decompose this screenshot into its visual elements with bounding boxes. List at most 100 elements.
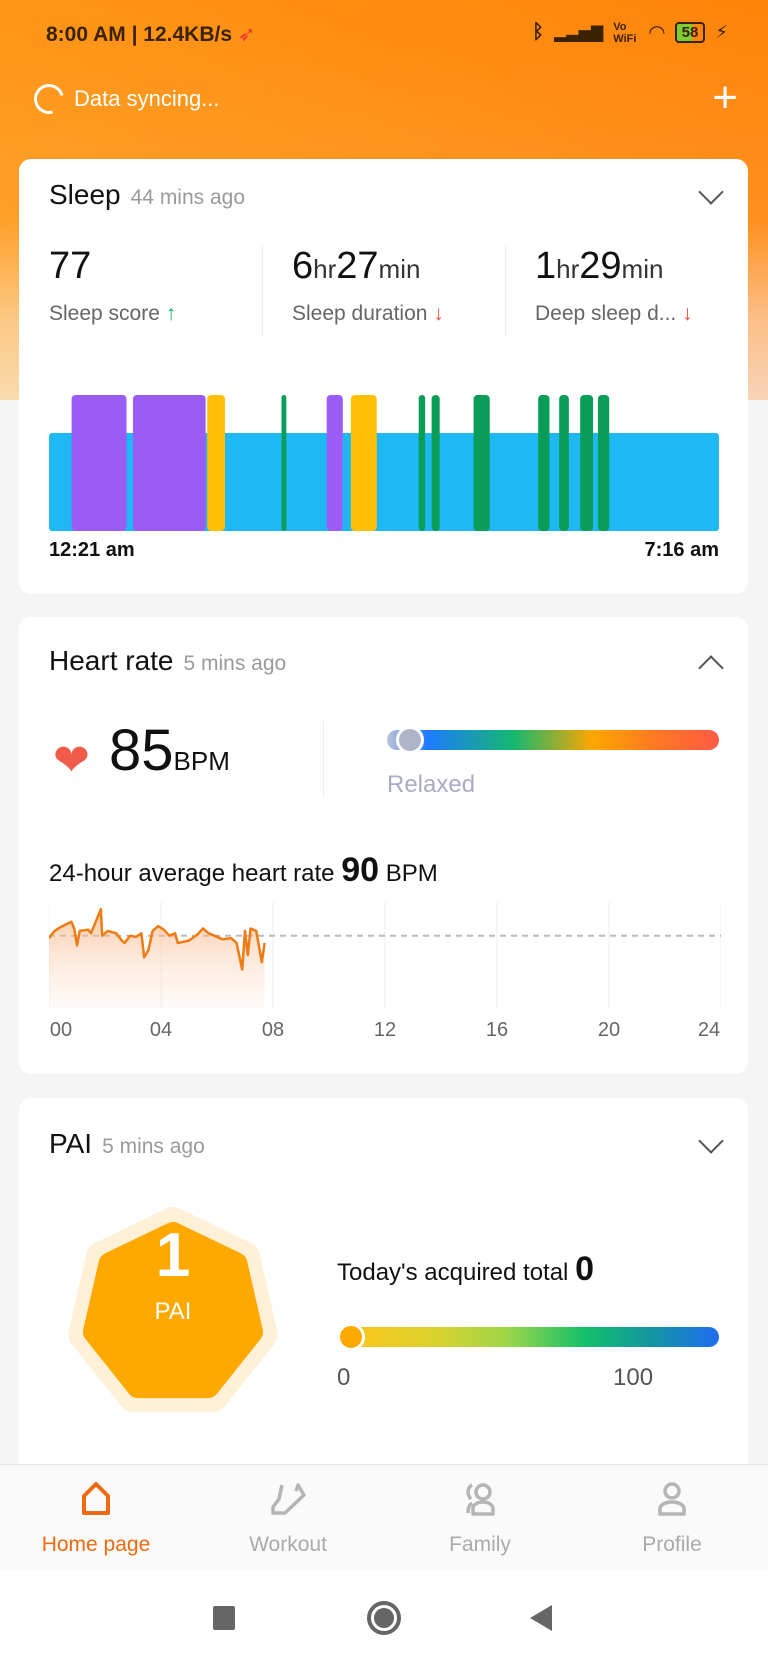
pai-updated: 5 mins ago	[102, 1135, 205, 1158]
system-nav-bar	[0, 1570, 768, 1664]
heart-rate-chart[interactable]	[49, 902, 721, 1012]
profile-icon	[658, 1482, 686, 1516]
home-icon	[82, 1482, 110, 1515]
vowifi-icon: Vo WiFi	[613, 20, 637, 45]
sleep-updated: 44 mins ago	[130, 186, 246, 209]
pai-card[interactable]: PAI 5 mins ago 1 PAI Today's acquired tot…	[19, 1098, 748, 1478]
minutes: 29	[579, 245, 622, 287]
nav-home[interactable]: Home page	[0, 1465, 192, 1571]
sleep-end-time: 7:16 am	[644, 539, 720, 561]
sleep-segment	[431, 395, 440, 531]
sleep-score-stat: 77 Sleep score ↑	[49, 245, 269, 326]
sleep-segment	[597, 395, 610, 531]
today-label: Today's acquired total	[337, 1259, 569, 1286]
pai-today: Today's acquired total 0	[337, 1250, 594, 1289]
bottom-nav: Home page Workout Family Profile	[0, 1464, 768, 1570]
arrow-down-icon: ↓	[682, 302, 693, 325]
battery-icon: 58	[674, 22, 706, 43]
divider	[323, 721, 324, 797]
recents-button[interactable]	[213, 1606, 235, 1630]
x-tick-label: 20	[597, 1019, 621, 1041]
nav-label: Home page	[41, 1533, 151, 1556]
sleep-segment	[538, 395, 550, 531]
minutes: 27	[336, 245, 379, 287]
arrow-down-icon: ↓	[433, 302, 444, 325]
hours-unit: hr	[313, 254, 337, 284]
sync-status: Data syncing...	[28, 78, 220, 120]
minutes-unit: min	[621, 254, 664, 284]
chevron-down-icon[interactable]	[698, 179, 724, 205]
hours: 6	[292, 245, 314, 287]
heart-rate-card[interactable]: Heart rate 5 mins ago ❤ 85BPM Relaxed 24-…	[19, 617, 748, 1074]
pai-progress-bar	[337, 1323, 719, 1351]
pai-scale-max: 100	[613, 1364, 654, 1391]
nav-label: Workout	[249, 1533, 327, 1556]
sleep-start-time: 12:21 am	[49, 539, 135, 561]
signal-icon: ▂▃▅▇	[554, 24, 604, 42]
sleep-segment	[418, 395, 426, 531]
notification-icon: ➶	[237, 23, 256, 46]
today-value: 0	[575, 1250, 594, 1288]
x-tick-label: 16	[485, 1019, 509, 1041]
status-bar-left: 8:00 AM | 12.4KB/s ➶	[46, 23, 256, 46]
pai-value: 1	[155, 1221, 191, 1290]
x-tick-label: 12	[373, 1019, 397, 1041]
heart-zone-label: Relaxed	[387, 771, 476, 798]
sleep-score-label: Sleep score	[49, 302, 160, 325]
heart-updated: 5 mins ago	[183, 652, 287, 675]
x-tick-label: 04	[149, 1019, 173, 1041]
card-title: PAI	[49, 1128, 93, 1159]
add-button[interactable]: +	[712, 76, 738, 120]
sync-spinner-icon	[28, 78, 70, 120]
charging-icon: ⚡	[715, 22, 728, 42]
home-button[interactable]	[367, 1601, 401, 1635]
nav-family[interactable]: Family	[384, 1465, 576, 1571]
pai-scale-min: 0	[337, 1364, 351, 1391]
nav-profile[interactable]: Profile	[576, 1465, 768, 1571]
hours-unit: hr	[556, 254, 580, 284]
nav-workout[interactable]: Workout	[192, 1465, 384, 1571]
deep-sleep-label: Deep sleep d...	[535, 302, 677, 325]
x-tick-label: 00	[49, 1019, 73, 1041]
sleep-duration-label: Sleep duration	[292, 302, 428, 325]
average-heart-rate: 24-hour average heart rate 90 BPM	[49, 851, 438, 890]
family-icon	[466, 1483, 495, 1516]
avg-value: 90	[341, 851, 380, 889]
card-title: Sleep	[49, 179, 121, 210]
deep-sleep-stat: 1hr29min Deep sleep d... ↓	[535, 245, 755, 326]
sleep-duration-stat: 6hr27min Sleep duration ↓	[292, 245, 512, 326]
heart-title: Heart rate 5 mins ago	[49, 645, 286, 677]
bpm-value: 85	[109, 718, 174, 783]
card-title: Heart rate	[49, 645, 174, 676]
net-speed: 12.4KB/s	[143, 23, 233, 46]
sleep-card[interactable]: Sleep 44 mins ago 77 Sleep score ↑ 6hr27mi…	[19, 159, 748, 594]
sync-text: Data syncing...	[74, 86, 220, 111]
shoe-icon	[271, 1483, 306, 1515]
divider	[262, 245, 263, 337]
pai-title: PAI 5 mins ago	[49, 1128, 205, 1160]
heart-zone-bar	[387, 726, 719, 754]
avg-label: 24-hour average heart rate	[49, 860, 335, 887]
chevron-down-icon[interactable]	[698, 1128, 724, 1154]
sleep-segment	[281, 395, 287, 531]
pai-unit: PAI	[154, 1298, 192, 1325]
sleep-segment	[350, 395, 377, 531]
sleep-segment	[132, 395, 206, 531]
zone-marker	[396, 726, 425, 754]
avg-unit: BPM	[385, 860, 438, 887]
clock: 8:00 AM	[46, 23, 126, 46]
status-bar-right: ᛒ ▂▃▅▇ Vo WiFi ◠ 58 ⚡	[532, 20, 728, 45]
sleep-segment	[580, 395, 594, 531]
bluetooth-icon: ᛒ	[532, 21, 545, 43]
sleep-chart[interactable]	[49, 395, 719, 535]
minutes-unit: min	[378, 254, 421, 284]
sleep-segment	[326, 395, 343, 531]
chevron-up-icon[interactable]	[698, 655, 724, 681]
x-tick-label: 24	[697, 1019, 721, 1041]
x-tick-label: 08	[261, 1019, 285, 1041]
heart-rate-area	[49, 909, 265, 1008]
pai-marker	[337, 1323, 365, 1351]
back-button[interactable]	[530, 1605, 552, 1631]
hours: 1	[535, 245, 557, 287]
sleep-segment	[559, 395, 569, 531]
